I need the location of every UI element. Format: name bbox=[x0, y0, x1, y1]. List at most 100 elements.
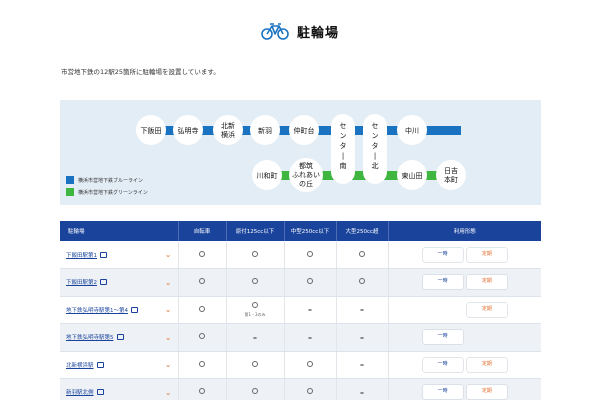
page-title: 駐輪場 bbox=[296, 25, 339, 41]
large-cell: – bbox=[336, 378, 389, 400]
available-mark bbox=[199, 360, 205, 367]
temporary-button[interactable]: 一時 bbox=[422, 330, 463, 345]
regular-button[interactable]: 定期 bbox=[466, 275, 507, 290]
legend-swatch-blue bbox=[66, 176, 74, 184]
station-nippa[interactable]: 新羽 bbox=[250, 115, 280, 145]
usage-cell: 一時 定期 bbox=[388, 378, 541, 400]
temporary-button[interactable]: 一時 bbox=[422, 357, 463, 372]
large-cell bbox=[336, 241, 389, 269]
parking-name-cell: 下飯田駅第2 ⌄ bbox=[60, 268, 179, 297]
map-icon[interactable] bbox=[96, 389, 104, 396]
chevron-down-icon[interactable]: ⌄ bbox=[165, 333, 172, 342]
parking-link[interactable]: 下飯田駅第2 bbox=[66, 280, 97, 286]
bicycle-cell bbox=[178, 378, 227, 400]
regular-button[interactable]: 定期 bbox=[466, 247, 507, 262]
table-header-row: 駐輪場 自転車 原付125cc以下 中型250cc以下 大型250cc超 利用形… bbox=[60, 221, 541, 241]
chevron-down-icon[interactable]: ⌄ bbox=[165, 360, 172, 369]
usage-cell: 一時 定期 bbox=[388, 268, 541, 297]
svg-text:新羽: 新羽 bbox=[258, 126, 272, 135]
regular-button[interactable]: 定期 bbox=[466, 302, 507, 317]
available-mark bbox=[199, 278, 205, 285]
available-mark bbox=[199, 333, 205, 340]
svg-text:ふれあい: ふれあい bbox=[292, 171, 320, 179]
temporary-button[interactable]: 一時 bbox=[422, 385, 463, 400]
regular-button[interactable]: 定期 bbox=[466, 385, 507, 400]
moped-cell bbox=[226, 241, 285, 269]
available-mark bbox=[307, 250, 313, 257]
svg-text:都筑: 都筑 bbox=[299, 161, 313, 170]
parking-name-cell: 下飯田駅第1 ⌄ bbox=[60, 241, 179, 269]
parking-link[interactable]: 新羽駅北側 bbox=[66, 390, 94, 396]
moped-cell: 第1・3のみ bbox=[226, 296, 285, 324]
legend-green-line: 横浜市営地下鉄グリーンライン bbox=[66, 188, 148, 196]
unavailable-mark: – bbox=[360, 360, 364, 370]
bicycle-cell bbox=[178, 323, 227, 352]
parking-link[interactable]: 地下鉄弘明寺駅第1～第4 bbox=[66, 308, 128, 314]
available-mark bbox=[307, 360, 313, 367]
regular-button[interactable]: 定期 bbox=[466, 357, 507, 372]
station-higashiyamata[interactable]: 東山田 bbox=[397, 160, 427, 190]
svg-text:センタ|北: センタ|北 bbox=[372, 122, 379, 170]
page-header: 駐輪場 bbox=[0, 18, 600, 44]
temporary-button[interactable]: 一時 bbox=[422, 247, 463, 262]
map-icon[interactable] bbox=[100, 251, 107, 258]
map-icon[interactable] bbox=[131, 306, 138, 313]
unavailable-mark: – bbox=[360, 387, 364, 397]
station-nakamachidai[interactable]: 仲町台 bbox=[289, 115, 319, 145]
route-map: 下飯田 弘明寺 北新 横浜 新羽 仲町台 センタ|南 センタ|北 中川 川和町 都… bbox=[60, 100, 541, 205]
parking-link[interactable]: 北新横浜駅 bbox=[66, 363, 94, 369]
station-shimoiida[interactable]: 下飯田 bbox=[136, 115, 166, 145]
medium-cell bbox=[284, 351, 337, 379]
usage-cell: 一時 bbox=[388, 323, 541, 352]
svg-text:の丘: の丘 bbox=[299, 179, 313, 188]
col-header-large: 大型250cc超 bbox=[336, 221, 389, 241]
map-icon[interactable] bbox=[116, 334, 124, 341]
station-gumyoji[interactable]: 弘明寺 bbox=[173, 115, 203, 145]
station-kawawacho[interactable]: 川和町 bbox=[252, 160, 282, 190]
temporary-button[interactable]: 一時 bbox=[422, 275, 463, 290]
station-center-kita[interactable]: センタ|北 bbox=[363, 114, 387, 184]
available-mark bbox=[359, 250, 365, 257]
bicycle-cell bbox=[178, 268, 227, 297]
station-hiyoshi-honcho[interactable]: 日吉本町 bbox=[436, 160, 466, 190]
station-kitashin-yokohama[interactable]: 北新横浜 bbox=[213, 115, 243, 145]
unavailable-mark: – bbox=[253, 332, 257, 342]
svg-text:東山田: 東山田 bbox=[402, 171, 423, 180]
chevron-down-icon[interactable]: ⌄ bbox=[165, 388, 172, 397]
usage-cell: 一時 定期 bbox=[388, 241, 541, 269]
usage-cell: 定期 bbox=[388, 296, 541, 324]
table-row: 北新横浜駅 ⌄ – 一時 定期 bbox=[60, 351, 541, 379]
chevron-down-icon[interactable]: ⌄ bbox=[165, 278, 172, 287]
svg-text:中川: 中川 bbox=[405, 126, 419, 135]
col-header-medium: 中型250cc以下 bbox=[284, 221, 337, 241]
svg-text:横浜: 横浜 bbox=[221, 130, 235, 139]
unavailable-mark: – bbox=[308, 332, 312, 342]
svg-text:川和町: 川和町 bbox=[257, 171, 278, 180]
medium-cell: – bbox=[284, 323, 337, 352]
col-header-usage: 利用形態 bbox=[388, 221, 541, 241]
parking-name-cell: 地下鉄弘明寺駅第5 ⌄ bbox=[60, 323, 179, 352]
bicycle-icon bbox=[261, 23, 289, 40]
available-mark bbox=[199, 250, 205, 257]
medium-cell: – bbox=[284, 296, 337, 324]
large-cell: – bbox=[336, 323, 389, 352]
moped-cell bbox=[226, 378, 285, 400]
moped-cell: – bbox=[226, 323, 285, 352]
parking-link[interactable]: 地下鉄弘明寺駅第5 bbox=[66, 335, 114, 341]
station-nakagawa[interactable]: 中川 bbox=[397, 115, 427, 145]
large-cell: – bbox=[336, 296, 389, 324]
station-tsuzuki-fureai-no-oka[interactable]: 都筑ふれあいの丘 bbox=[289, 158, 323, 192]
bicycle-cell bbox=[178, 241, 227, 269]
available-mark bbox=[252, 388, 258, 395]
map-icon[interactable] bbox=[96, 361, 104, 368]
parking-name-cell: 地下鉄弘明寺駅第1～第4 ⌄ bbox=[60, 296, 179, 324]
chevron-down-icon[interactable]: ⌄ bbox=[165, 305, 172, 314]
chevron-down-icon[interactable]: ⌄ bbox=[165, 250, 172, 259]
available-mark bbox=[307, 388, 313, 395]
parking-link[interactable]: 下飯田駅第1 bbox=[66, 253, 97, 259]
svg-text:仲町台: 仲町台 bbox=[294, 126, 315, 135]
table-row: 地下鉄弘明寺駅第5 ⌄ – – – 一時 bbox=[60, 323, 541, 352]
station-center-minami[interactable]: センタ|南 bbox=[331, 114, 355, 184]
intro-text: 市営地下鉄の12駅25箇所に駐輪場を設置しています。 bbox=[61, 68, 220, 76]
map-icon[interactable] bbox=[100, 279, 107, 286]
